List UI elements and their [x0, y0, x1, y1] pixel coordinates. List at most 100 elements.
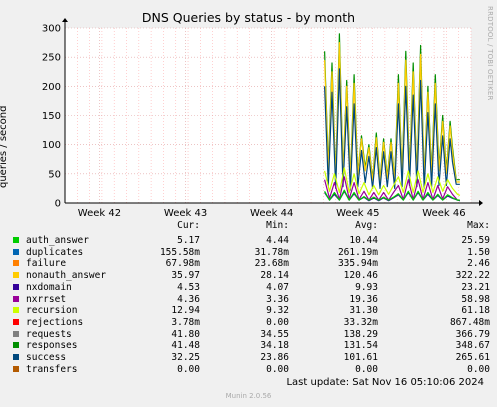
legend-swatch — [13, 318, 19, 325]
legend-series-name: nxrrset — [26, 293, 67, 305]
legend-swatch — [13, 272, 19, 279]
y-tick-label: 300 — [42, 24, 61, 35]
legend-cur-value: 12.94 — [171, 305, 200, 317]
legend-min-value: 0.00 — [266, 316, 289, 328]
x-tick-label: Week 46 — [422, 208, 465, 219]
legend-cur-value: 0.00 — [177, 363, 200, 375]
legend-avg-value: 9.93 — [355, 281, 378, 293]
legend-avg-value: 101.61 — [343, 352, 378, 363]
legend-swatch — [13, 354, 19, 360]
last-update: Last update: Sat Nov 16 05:10:06 2024 — [286, 377, 484, 388]
legend-row: failure 67.98m 23.68m 335.94m 2.46 — [0, 258, 497, 269]
legend-cur-value: 5.17 — [177, 235, 200, 246]
munin-graph: DNS Queries by status - by month RRDTOOL… — [0, 0, 497, 407]
legend-min-value: 23.86 — [260, 352, 289, 363]
legend-max-value: 366.79 — [455, 328, 490, 340]
legend-row: transfers 0.00 0.00 0.00 0.00 — [0, 364, 497, 375]
legend-swatch — [13, 248, 19, 255]
x-tick-label: Week 44 — [250, 208, 293, 219]
header-cur: Cur: — [177, 220, 200, 231]
y-tick-label: 150 — [42, 111, 61, 122]
y-tick-label: 100 — [42, 140, 61, 151]
legend-avg-value: 31.30 — [349, 305, 378, 317]
legend-series-name: auth_answer — [26, 235, 89, 246]
legend-swatch — [13, 260, 19, 267]
header-min: Min: — [266, 220, 289, 231]
legend-max-value: 58.98 — [461, 293, 490, 305]
header-max: Max: — [467, 220, 490, 231]
y-tick-label: 0 — [55, 199, 61, 210]
legend-avg-value: 10.44 — [349, 235, 378, 246]
legend-avg-value: 261.19m — [337, 246, 378, 258]
legend-max-value: 265.61 — [455, 352, 490, 363]
legend-series-name: recursion — [26, 305, 78, 317]
legend-series-name: failure — [26, 258, 67, 270]
x-tick-label: Week 43 — [164, 208, 207, 219]
legend-row: requests 41.80 34.55 138.29 366.79 — [0, 329, 497, 340]
legend-min-value: 4.44 — [266, 235, 289, 246]
legend-avg-value: 138.29 — [343, 328, 378, 340]
x-tick-label: Week 45 — [336, 208, 379, 219]
legend-avg-value: 0.00 — [355, 363, 378, 375]
y-tick-label: 200 — [42, 82, 61, 93]
legend-swatch — [13, 342, 19, 349]
munin-version: Munin 2.0.56 — [225, 392, 272, 400]
legend-max-value: 2.46 — [467, 258, 490, 270]
legend-max-value: 867.48m — [449, 316, 490, 328]
legend-max-value: 61.18 — [461, 305, 490, 317]
legend-cur-value: 41.48 — [171, 340, 200, 352]
x-axis-arrow — [479, 200, 483, 206]
legend-series-name: rejections — [26, 316, 84, 328]
legend-series-name: nxdomain — [26, 281, 72, 293]
legend-row: duplicates 155.58m 31.78m 261.19m 1.50 — [0, 247, 497, 258]
legend-swatch — [13, 365, 19, 372]
legend-row: responses 41.48 34.18 131.54 348.67 — [0, 340, 497, 351]
legend-cur-value: 155.58m — [159, 246, 200, 258]
legend-row: auth_answer 5.17 4.44 10.44 25.59 — [0, 235, 497, 246]
legend-max-value: 348.67 — [455, 340, 490, 352]
legend-series-name: requests — [26, 328, 72, 340]
legend-cur-value: 41.80 — [171, 328, 200, 340]
legend-swatch — [13, 295, 19, 302]
legend-avg-value: 131.54 — [343, 340, 378, 352]
legend-min-value: 3.36 — [266, 293, 289, 305]
legend-max-value: 0.00 — [467, 363, 490, 375]
legend-avg-value: 19.36 — [349, 293, 378, 305]
legend-row: nxrrset 4.36 3.36 19.36 58.98 — [0, 294, 497, 305]
legend-swatch — [13, 237, 19, 243]
y-tick-label: 50 — [48, 169, 61, 180]
legend-min-value: 34.18 — [260, 340, 289, 352]
legend-cur-value: 4.53 — [177, 281, 200, 293]
legend-swatch — [13, 330, 19, 337]
legend-row: success 32.25 23.86 101.61 265.61 — [0, 352, 497, 363]
legend-series-name: responses — [26, 340, 78, 352]
legend-max-value: 25.59 — [461, 235, 490, 246]
legend-swatch — [13, 283, 19, 290]
legend-row: nonauth_answer 35.97 28.14 120.46 322.22 — [0, 270, 497, 281]
legend-cur-value: 67.98m — [165, 258, 200, 270]
legend-swatch — [13, 307, 19, 314]
legend-row: nxdomain 4.53 4.07 9.93 23.21 — [0, 282, 497, 293]
legend-series-name: transfers — [26, 363, 78, 375]
legend-min-value: 4.07 — [266, 281, 289, 293]
legend-min-value: 34.55 — [260, 328, 289, 340]
legend-cur-value: 4.36 — [177, 293, 200, 305]
legend-series-name: duplicates — [26, 246, 84, 258]
legend-max-value: 23.21 — [461, 281, 490, 293]
legend-min-value: 23.68m — [254, 258, 289, 270]
y-axis-arrow — [62, 18, 68, 22]
legend-min-value: 9.32 — [266, 305, 289, 317]
legend-min-value: 31.78m — [254, 246, 289, 258]
legend-series-name: success — [26, 352, 67, 363]
header-avg: Avg: — [355, 220, 378, 231]
legend-avg-value: 120.46 — [343, 270, 378, 282]
legend-row: rejections 3.78m 0.00 33.32m 867.48m — [0, 317, 497, 328]
x-tick-label: Week 42 — [78, 208, 121, 219]
legend-cur-value: 3.78m — [171, 316, 200, 328]
legend-max-value: 322.22 — [455, 270, 490, 282]
legend-max-value: 1.50 — [467, 246, 490, 258]
legend-avg-value: 33.32m — [343, 316, 378, 328]
legend-header: Cur: Min: Avg: Max: — [0, 220, 497, 231]
plot-area: 0 50 100 150 200 250 300 Week 42 Week 43 Week 44 W… — [42, 18, 483, 219]
legend-min-value: 28.14 — [260, 270, 289, 282]
